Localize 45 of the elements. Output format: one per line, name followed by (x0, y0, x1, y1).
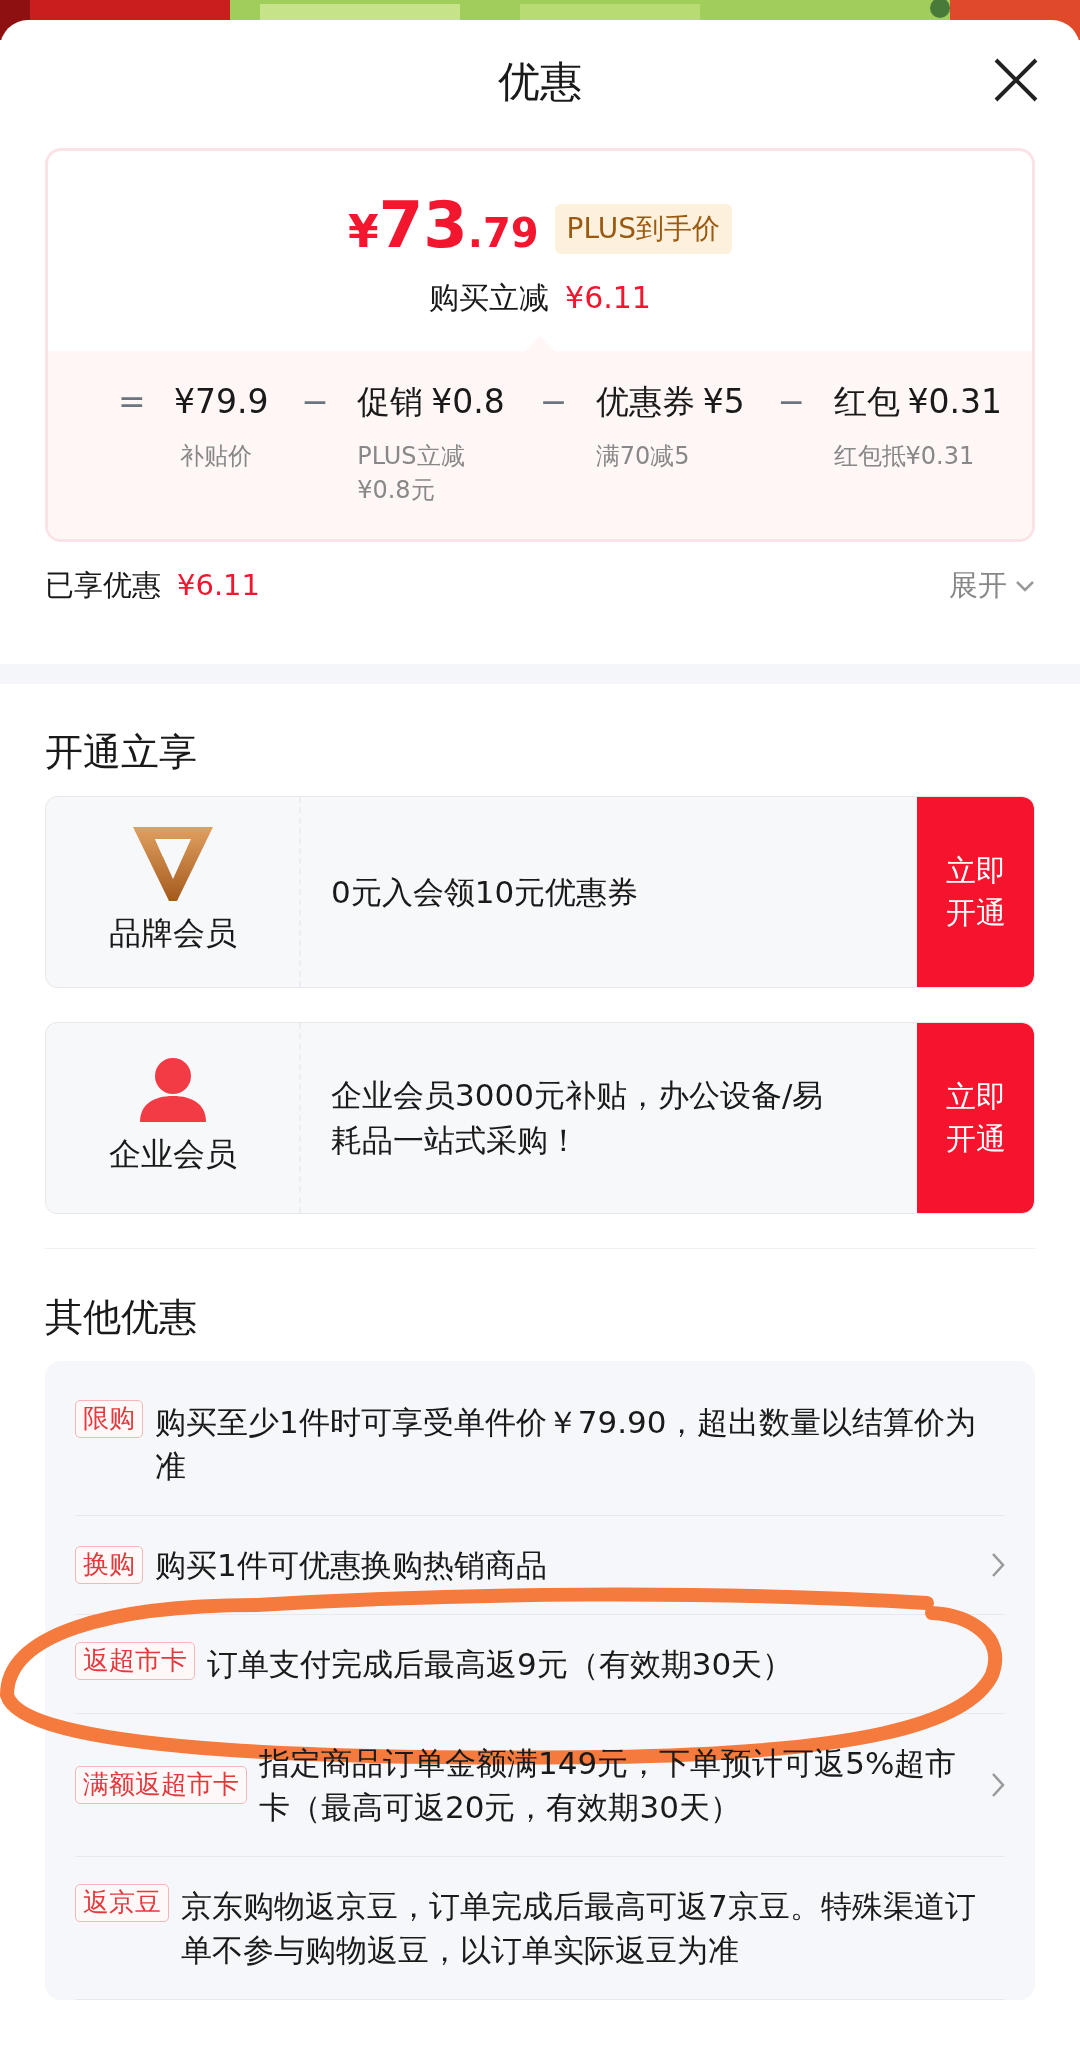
chevron-right-icon[interactable] (991, 1552, 1005, 1579)
breakdown-value: ¥0.31 (907, 381, 1002, 423)
join-button[interactable]: 立即开通 (917, 1023, 1034, 1213)
operator-sign: − (777, 381, 807, 423)
offer-tag: 限购 (75, 1400, 143, 1438)
saved-label: 已享优惠 (45, 567, 161, 604)
section-title: 其他优惠 (44, 1294, 198, 1341)
breakdown-label: 促销 (357, 381, 424, 423)
v-logo-icon (132, 827, 213, 901)
member-type: 品牌会员 (108, 913, 237, 954)
expand-button[interactable]: 展开 (949, 564, 1035, 608)
member-type: 企业会员 (108, 1134, 237, 1175)
person-icon (139, 1058, 206, 1122)
operator-sign: − (301, 381, 330, 423)
offer-text: 购买至少1件时可享受单件价￥79.90，超出数量以结算价为准 (155, 1403, 978, 1486)
offer-text: 京东购物返京豆，订单完成后最高可返7京豆。特殊渠道订单不参与购物返豆，以订单实际返豆为准 (181, 1887, 977, 1971)
breakdown-label: 优惠券 (595, 381, 695, 423)
offer-tag: 返京豆 (75, 1884, 169, 1922)
breakdown-label: 红包 (833, 381, 900, 423)
offer-tag: 返超市卡 (75, 1642, 195, 1680)
breakdown-value: ¥5 (702, 381, 745, 423)
section-title: 开通立享 (44, 729, 198, 776)
breakdown-note: 补贴价 (180, 440, 253, 472)
saved-value: ¥6.11 (177, 567, 261, 604)
breakdown-note: 满70减5 (595, 440, 691, 472)
sheet-title: 优惠 (498, 57, 582, 106)
member-offer-text: 企业会员3000元补贴，办公设备/易耗品一站式采购！ (331, 1076, 825, 1160)
reduction-value: ¥6.11 (565, 279, 651, 317)
breakdown-note: 红包抵¥0.31 (833, 440, 976, 472)
operator-sign: − (539, 381, 569, 423)
offer-text: 订单支付完成后最高返9元（有效期30天） (207, 1645, 795, 1685)
final-price: ¥73.79 (348, 193, 539, 264)
join-button[interactable]: 立即开通 (917, 797, 1034, 987)
breakdown-value: ¥0.8 (431, 381, 505, 423)
offer-tag: 换购 (75, 1546, 143, 1584)
breakdown-note: PLUS立减¥0.8元 (357, 440, 466, 507)
offer-tag: 满额返超市卡 (75, 1766, 247, 1804)
breakdown-value: ¥79.9 (174, 381, 269, 423)
member-offer-text: 0元入会领10元优惠券 (331, 872, 639, 912)
price-tag: PLUS到手价 (554, 204, 732, 254)
offer-text: 购买1件可优惠换购热销商品 (155, 1546, 548, 1586)
close-icon[interactable] (992, 56, 1040, 104)
reduction-label: 购买立减 (429, 279, 550, 317)
chevron-right-icon[interactable] (991, 1772, 1005, 1799)
operator-sign: = (118, 381, 147, 423)
